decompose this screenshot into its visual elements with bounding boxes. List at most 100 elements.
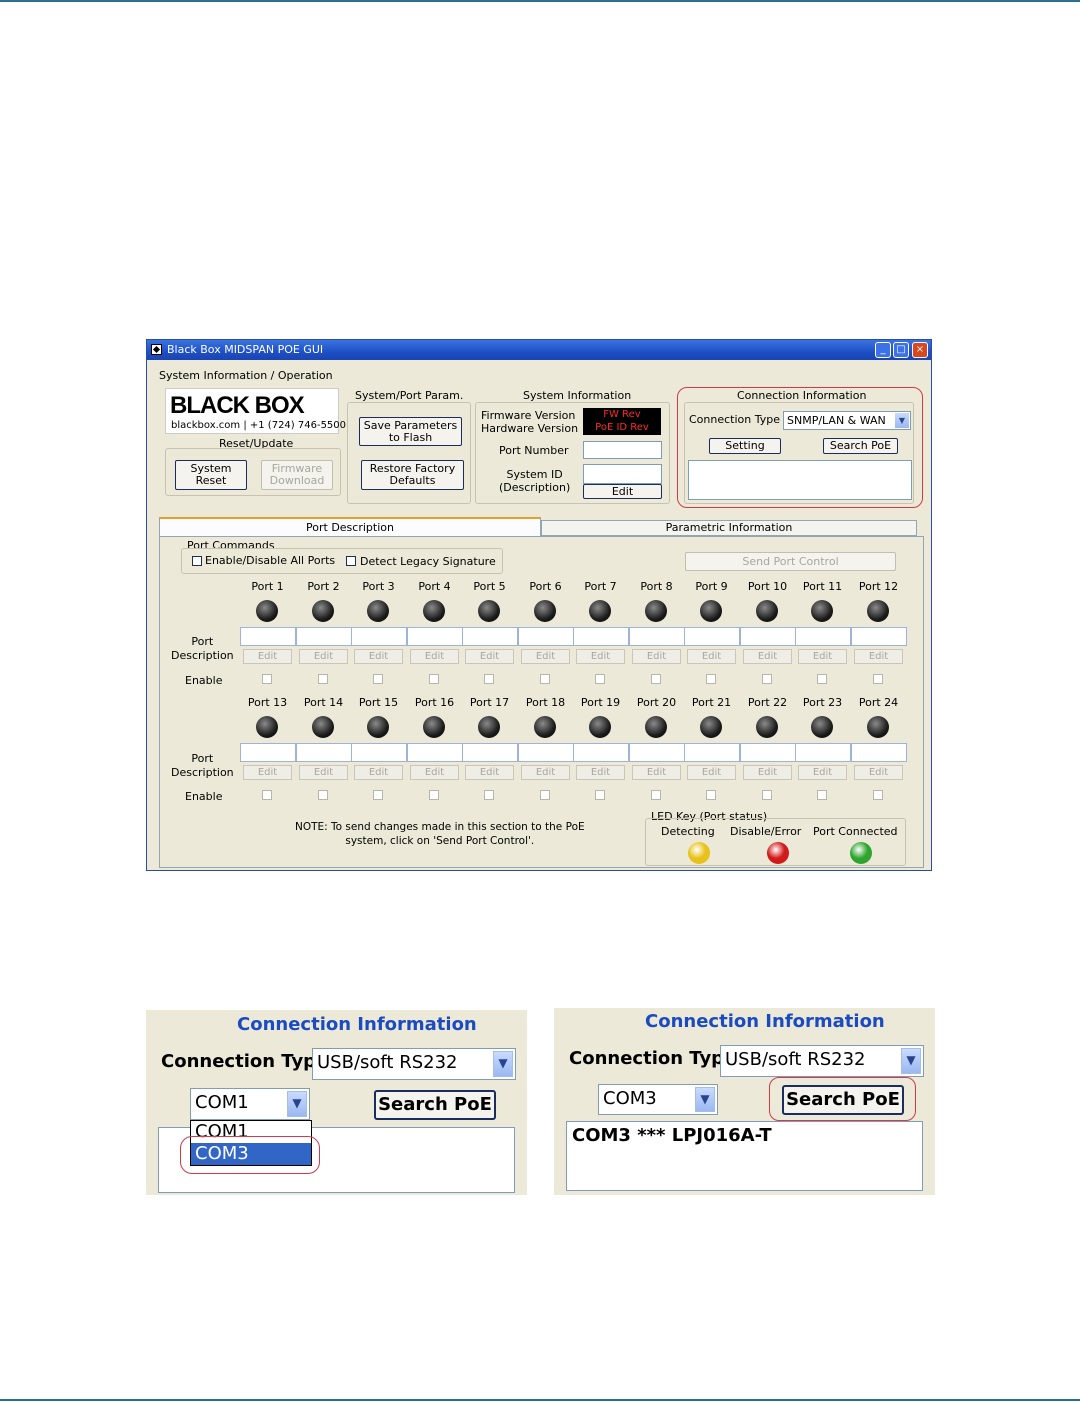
port-description-field[interactable]	[407, 743, 463, 762]
port-description-field[interactable]	[684, 627, 740, 646]
port-description-field[interactable]	[629, 743, 685, 762]
port-enable-checkbox[interactable]	[817, 674, 827, 684]
port-description-field[interactable]	[629, 627, 685, 646]
port-name: Port 4	[418, 580, 451, 593]
port-edit-button[interactable]: Edit	[632, 765, 681, 780]
port-enable-checkbox[interactable]	[817, 790, 827, 800]
port-edit-button[interactable]: Edit	[354, 649, 403, 664]
port-enable-checkbox[interactable]	[484, 790, 494, 800]
port-enable-checkbox[interactable]	[595, 790, 605, 800]
port-enable-checkbox[interactable]	[429, 674, 439, 684]
port-enable-checkbox[interactable]	[373, 790, 383, 800]
port-edit-button[interactable]: Edit	[798, 649, 847, 664]
port-description-field[interactable]	[518, 743, 574, 762]
port-edit-button[interactable]: Edit	[576, 765, 625, 780]
port-edit-button[interactable]: Edit	[299, 649, 348, 664]
port-description-field[interactable]	[296, 743, 352, 762]
port-edit-button[interactable]: Edit	[854, 649, 903, 664]
port-edit-button[interactable]: Edit	[687, 649, 736, 664]
port-description-field[interactable]	[462, 743, 518, 762]
port-edit-button[interactable]: Edit	[354, 765, 403, 780]
system-reset-button[interactable]: System Reset	[175, 460, 247, 490]
zoom-left-com-select[interactable]: COM1 ▼	[190, 1088, 310, 1120]
port-number-field[interactable]	[583, 441, 662, 459]
port-edit-button[interactable]: Edit	[521, 765, 570, 780]
port-enable-checkbox[interactable]	[706, 790, 716, 800]
port-description-field[interactable]	[795, 627, 851, 646]
port-enable-checkbox[interactable]	[762, 790, 772, 800]
zoom-right-connection-type-select[interactable]: USB/soft RS232 ▼	[720, 1045, 924, 1077]
port-enable-checkbox[interactable]	[373, 674, 383, 684]
port-enable-checkbox[interactable]	[262, 790, 272, 800]
restore-defaults-button[interactable]: Restore Factory Defaults	[361, 460, 464, 490]
chevron-down-icon[interactable]: ▼	[287, 1091, 307, 1117]
minimize-button[interactable]: _	[875, 342, 891, 358]
port-column: Port 10 Edit	[740, 580, 796, 692]
port-edit-button[interactable]: Edit	[521, 649, 570, 664]
port-edit-button[interactable]: Edit	[243, 765, 292, 780]
port-description-field[interactable]	[518, 627, 574, 646]
port-edit-button[interactable]: Edit	[299, 765, 348, 780]
port-enable-checkbox[interactable]	[873, 790, 883, 800]
title-bar[interactable]: Black Box MIDSPAN POE GUI _ □ ×	[147, 340, 931, 360]
detect-legacy-checkbox[interactable]	[346, 556, 356, 566]
port-enable-checkbox[interactable]	[262, 674, 272, 684]
send-port-control-button[interactable]: Send Port Control	[685, 552, 896, 571]
zoom-right-result-box[interactable]: COM3 *** LPJ016A-T	[566, 1121, 923, 1191]
port-enable-checkbox[interactable]	[484, 674, 494, 684]
chevron-down-icon[interactable]: ▼	[901, 1048, 921, 1074]
port-edit-button[interactable]: Edit	[243, 649, 292, 664]
port-enable-checkbox[interactable]	[429, 790, 439, 800]
port-description-field[interactable]	[684, 743, 740, 762]
zoom-left-search-poe-button[interactable]: Search PoE	[374, 1090, 496, 1120]
port-description-field[interactable]	[351, 627, 407, 646]
port-edit-button[interactable]: Edit	[410, 649, 459, 664]
port-edit-button[interactable]: Edit	[743, 765, 792, 780]
port-description-field[interactable]	[573, 743, 629, 762]
port-description-field[interactable]	[795, 743, 851, 762]
port-enable-checkbox[interactable]	[873, 674, 883, 684]
port-description-field[interactable]	[407, 627, 463, 646]
port-description-field[interactable]	[740, 743, 796, 762]
zoom-right-com-select[interactable]: COM3 ▼	[598, 1084, 718, 1115]
tab-parametric-information[interactable]: Parametric Information	[541, 520, 917, 536]
port-enable-checkbox[interactable]	[318, 790, 328, 800]
port-edit-button[interactable]: Edit	[632, 649, 681, 664]
port-description-field[interactable]	[851, 627, 907, 646]
enable-disable-all-checkbox[interactable]	[192, 556, 202, 566]
port-edit-button[interactable]: Edit	[798, 765, 847, 780]
chevron-down-icon[interactable]: ▼	[695, 1087, 715, 1112]
port-description-field[interactable]	[240, 743, 296, 762]
port-edit-button[interactable]: Edit	[687, 765, 736, 780]
chevron-down-icon[interactable]: ▼	[493, 1051, 513, 1077]
port-edit-button[interactable]: Edit	[465, 649, 514, 664]
tab-port-description[interactable]: Port Description	[159, 517, 541, 536]
port-description-field[interactable]	[573, 627, 629, 646]
zoom-left-connection-type-select[interactable]: USB/soft RS232 ▼	[312, 1048, 516, 1080]
port-enable-checkbox[interactable]	[595, 674, 605, 684]
port-edit-button[interactable]: Edit	[576, 649, 625, 664]
port-description-field[interactable]	[851, 743, 907, 762]
port-edit-button[interactable]: Edit	[854, 765, 903, 780]
port-description-field[interactable]	[240, 627, 296, 646]
port-edit-button[interactable]: Edit	[410, 765, 459, 780]
port-edit-button[interactable]: Edit	[465, 765, 514, 780]
system-id-field[interactable]	[583, 464, 662, 484]
port-enable-checkbox[interactable]	[540, 790, 550, 800]
port-description-field[interactable]	[462, 627, 518, 646]
port-enable-checkbox[interactable]	[762, 674, 772, 684]
port-edit-button[interactable]: Edit	[743, 649, 792, 664]
firmware-download-button[interactable]: Firmware Download	[261, 460, 333, 490]
port-enable-checkbox[interactable]	[318, 674, 328, 684]
port-enable-checkbox[interactable]	[651, 674, 661, 684]
close-button[interactable]: ×	[912, 342, 928, 358]
port-description-field[interactable]	[740, 627, 796, 646]
port-enable-checkbox[interactable]	[540, 674, 550, 684]
save-parameters-button[interactable]: Save Parameters to Flash	[359, 417, 462, 446]
port-description-field[interactable]	[351, 743, 407, 762]
port-description-field[interactable]	[296, 627, 352, 646]
port-enable-checkbox[interactable]	[706, 674, 716, 684]
maximize-button[interactable]: □	[893, 342, 909, 358]
port-enable-checkbox[interactable]	[651, 790, 661, 800]
system-id-edit-button[interactable]: Edit	[583, 484, 662, 499]
